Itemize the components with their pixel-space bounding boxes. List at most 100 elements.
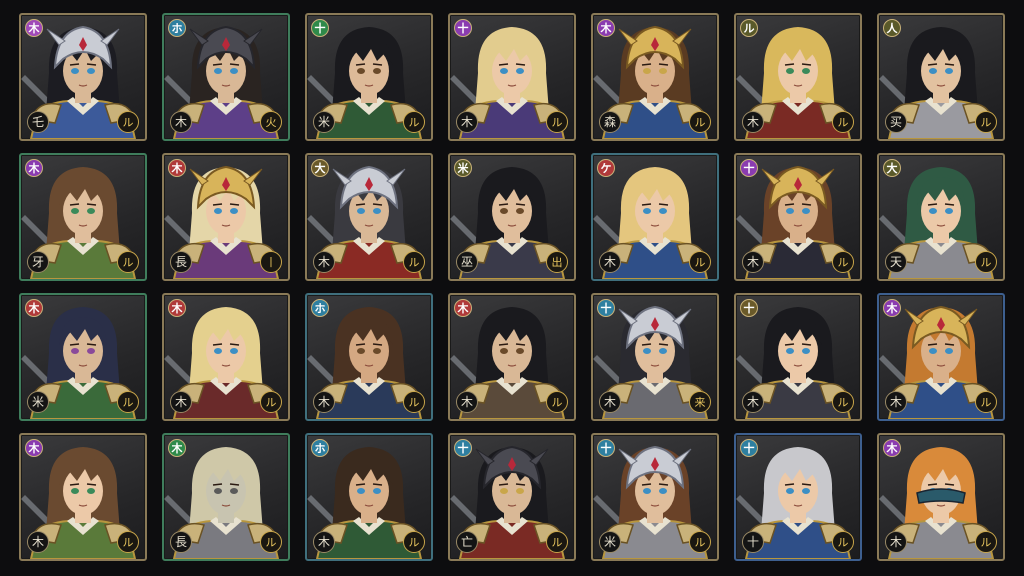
class-badge-icon: 米	[313, 111, 335, 133]
skill-badge-icon: ル	[975, 111, 997, 133]
hero-brow-right	[658, 63, 669, 66]
hero-brow-right	[229, 203, 240, 206]
hero-card[interactable]: 十木 ル	[734, 293, 862, 421]
hero-card[interactable]: 木木ル	[19, 433, 147, 561]
element-badge-icon: 木	[25, 439, 43, 457]
skill-badge-icon: ル	[975, 251, 997, 273]
hero-brow-left	[355, 203, 366, 206]
element-badge-icon: 十	[454, 439, 472, 457]
hero-brow-right	[515, 203, 526, 206]
hero-brow-left	[69, 203, 80, 206]
hero-card[interactable]: 木森 ル	[591, 13, 719, 141]
hero-eye-right	[945, 208, 953, 214]
hero-card[interactable]: ホ木 ル	[305, 433, 433, 561]
hero-brow-left	[498, 63, 509, 66]
hero-card[interactable]: ル木ル	[734, 13, 862, 141]
class-badge-icon: 木	[313, 391, 335, 413]
skill-badge-icon: ル	[689, 251, 711, 273]
element-badge-icon: 十	[454, 19, 472, 37]
hero-card[interactable]: 大天 ル	[877, 153, 1005, 281]
hero-eye-right	[87, 488, 95, 494]
element-badge-icon: ホ	[168, 19, 186, 37]
hero-brow-left	[784, 63, 795, 66]
hero-eye-right	[230, 208, 238, 214]
hero-card[interactable]: 人买 ル	[877, 13, 1005, 141]
class-badge-icon: 木	[742, 391, 764, 413]
hero-card[interactable]: ケ木 ル	[591, 153, 719, 281]
hero-card[interactable]: ホ木 火	[162, 13, 290, 141]
hero-card[interactable]: 米巫 出	[448, 153, 576, 281]
hero-eye-right	[373, 208, 381, 214]
hero-card[interactable]: 木牙 ル	[19, 153, 147, 281]
class-badge-icon: 米	[599, 531, 621, 553]
hero-card[interactable]: 木長 ル	[162, 433, 290, 561]
hero-eye-left	[500, 68, 508, 74]
skill-badge-icon: ル	[403, 391, 425, 413]
hero-brow-right	[944, 483, 955, 486]
hero-eye-left	[643, 488, 651, 494]
hero-mask	[916, 488, 966, 504]
hero-card[interactable]: 十十ル	[734, 433, 862, 561]
skill-badge-icon: ル	[117, 531, 139, 553]
hero-brow-left	[69, 483, 80, 486]
hero-card[interactable]: 十亡 ル	[448, 433, 576, 561]
hero-card[interactable]: 十米 ル	[305, 13, 433, 141]
hero-eye-right	[802, 208, 810, 214]
hero-brow-left	[641, 343, 652, 346]
hero-card[interactable]: 木乇 ル	[19, 13, 147, 141]
skill-badge-icon: ル	[546, 531, 568, 553]
hero-brow-left	[641, 203, 652, 206]
element-badge-icon: 十	[311, 19, 329, 37]
hero-brow-right	[944, 63, 955, 66]
hero-roster-grid: 木乇ルホ木火十米ル十木ル木森ルル木ル人买ル木牙ル木長丨大木ル米巫出ケ木ル十木ル大…	[19, 13, 1005, 561]
hero-eye-left	[786, 488, 794, 494]
class-badge-icon: 木	[456, 391, 478, 413]
element-badge-icon: 木	[25, 159, 43, 177]
class-badge-icon: 十	[742, 531, 764, 553]
hero-eye-left	[214, 68, 222, 74]
hero-card[interactable]: 木木ル	[448, 293, 576, 421]
hero-card[interactable]: 木長 丨	[162, 153, 290, 281]
class-badge-icon: 木	[313, 531, 335, 553]
hero-brow-right	[372, 63, 383, 66]
skill-badge-icon: ル	[975, 531, 997, 553]
hero-eye-right	[802, 348, 810, 354]
skill-badge-icon: ル	[260, 531, 282, 553]
class-badge-icon: 天	[885, 251, 907, 273]
hero-card[interactable]: 十木 来	[591, 293, 719, 421]
hero-card[interactable]: 木木ル	[877, 293, 1005, 421]
skill-badge-icon: ル	[832, 111, 854, 133]
class-badge-icon: 买	[885, 111, 907, 133]
hero-eye-left	[786, 208, 794, 214]
hero-brow-left	[784, 203, 795, 206]
skill-badge-icon: ル	[117, 111, 139, 133]
hero-card[interactable]: 木米 ル	[19, 293, 147, 421]
skill-badge-icon: ル	[689, 111, 711, 133]
hero-eye-right	[516, 348, 524, 354]
skill-badge-icon: 来	[689, 391, 711, 413]
hero-brow-left	[641, 63, 652, 66]
hero-card[interactable]: 十木 ル	[734, 153, 862, 281]
hero-brow-left	[641, 483, 652, 486]
hero-brow-left	[927, 483, 938, 486]
hero-eye-right	[230, 68, 238, 74]
hero-card[interactable]: 十木 ル	[448, 13, 576, 141]
hero-eye-left	[214, 488, 222, 494]
hero-card[interactable]: ホ木 ル	[305, 293, 433, 421]
hero-card[interactable]: 木木ル	[877, 433, 1005, 561]
hero-brow-left	[927, 343, 938, 346]
hero-card[interactable]: 十米 ル	[591, 433, 719, 561]
hero-brow-right	[372, 203, 383, 206]
hero-card[interactable]: 木木ル	[162, 293, 290, 421]
hero-card[interactable]: 大木 ル	[305, 153, 433, 281]
class-badge-icon: 木	[742, 111, 764, 133]
class-badge-icon: 木	[170, 111, 192, 133]
hero-brow-left	[498, 203, 509, 206]
skill-badge-icon: ル	[403, 251, 425, 273]
hero-brow-left	[69, 343, 80, 346]
hero-eye-left	[357, 208, 365, 214]
hero-eye-left	[71, 208, 79, 214]
element-badge-icon: 木	[168, 439, 186, 457]
hero-brow-right	[515, 63, 526, 66]
class-badge-icon: 木	[885, 531, 907, 553]
